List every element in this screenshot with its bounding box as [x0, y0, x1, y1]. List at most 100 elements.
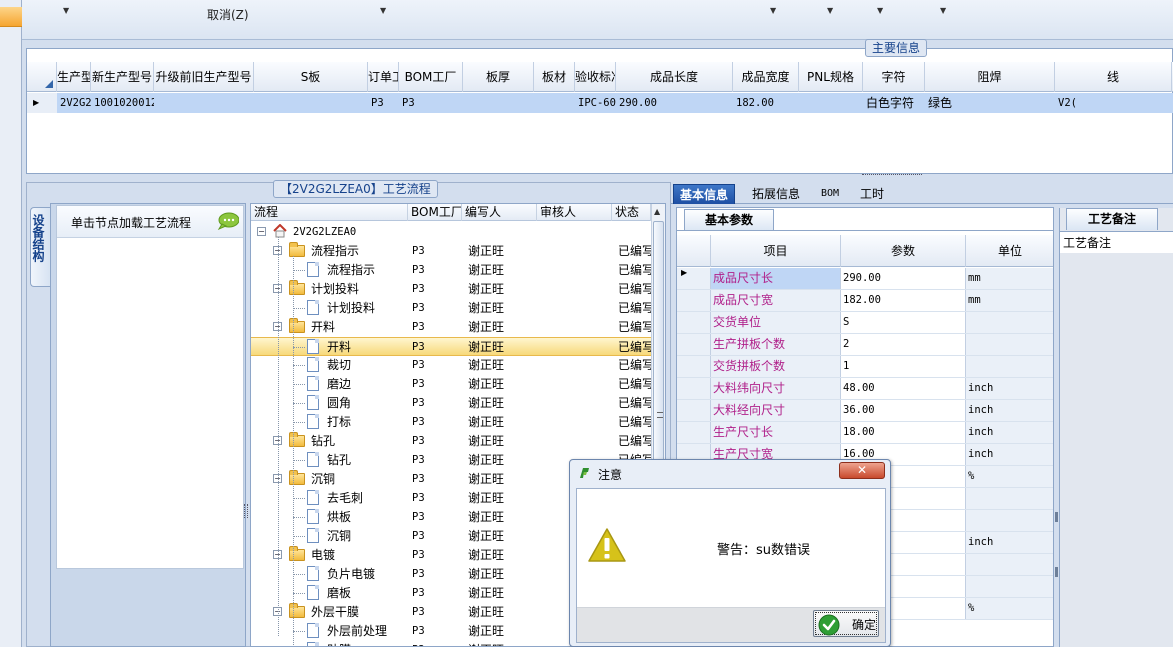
table-cell[interactable]: 10010200127878	[91, 93, 154, 113]
column-header[interactable]: 升级前旧生产型号	[154, 62, 254, 92]
tree-row[interactable]: − 钻孔 P3 谢正旺 已编写	[251, 432, 651, 451]
tree-row[interactable]: 磨边 P3 谢正旺 已编写	[251, 375, 651, 394]
table-cell[interactable]: V2(	[1055, 93, 1172, 113]
row-selector-icon[interactable]: ▶	[27, 93, 57, 113]
ok-button[interactable]: 确定	[813, 610, 879, 637]
tab-basic-info[interactable]: 基本信息	[673, 184, 736, 204]
tree-row[interactable]: 打标 P3 谢正旺 已编写	[251, 413, 651, 432]
table-cell[interactable]: 290.00	[616, 93, 733, 113]
column-header[interactable]: 生产型号	[57, 62, 91, 92]
table-cell[interactable]: 绿色	[925, 93, 1055, 113]
tab-basic-params[interactable]: 基本参数	[684, 209, 774, 231]
column-header[interactable]: 字符	[863, 62, 925, 92]
close-button[interactable]: ✕	[839, 462, 885, 479]
tree-cell-bom: P3	[412, 264, 425, 276]
row-indicator	[677, 378, 711, 399]
scroll-up-icon[interactable]: ▲	[654, 207, 660, 216]
table-cell[interactable]	[154, 93, 254, 113]
tree-column-header[interactable]: BOM工厂	[408, 204, 462, 221]
column-header[interactable]: BOM工厂	[399, 62, 463, 92]
dropdown-arrow-icon[interactable]: ▼	[877, 6, 883, 15]
tab-equipment-structure[interactable]: 设备结构	[30, 207, 50, 287]
tab-process-remark[interactable]: 工艺备注	[1066, 208, 1158, 230]
param-row[interactable]: 大料纬向尺寸 48.00 inch	[677, 378, 1053, 400]
column-header[interactable]: 订单工厂	[368, 62, 399, 92]
column-header[interactable]: 验收标准	[575, 62, 616, 92]
tree-row[interactable]: 流程指示 P3 谢正旺 已编写	[251, 261, 651, 280]
tree-column-header[interactable]: 流程	[251, 204, 408, 221]
tree-column-header[interactable]: 编写人	[462, 204, 537, 221]
param-row[interactable]: 成品尺寸宽 182.00 mm	[677, 290, 1053, 312]
column-header[interactable]: 板厚	[463, 62, 534, 92]
tree-row[interactable]: 开料 P3 谢正旺 已编写	[251, 337, 651, 356]
param-value[interactable]: 290.00	[841, 268, 966, 289]
column-header[interactable]: 板材	[534, 62, 575, 92]
table-cell[interactable]: 白色字符	[863, 93, 925, 113]
param-row[interactable]: 大料经向尺寸 36.00 inch	[677, 400, 1053, 422]
row-indicator	[677, 312, 711, 333]
table-cell[interactable]	[534, 93, 575, 113]
param-value[interactable]: 36.00	[841, 400, 966, 421]
collapse-icon[interactable]: −	[257, 227, 266, 236]
column-header[interactable]: 成品宽度	[733, 62, 799, 92]
param-value[interactable]: 48.00	[841, 378, 966, 399]
dropdown-arrow-icon[interactable]: ▼	[63, 6, 69, 15]
table-cell[interactable]	[254, 93, 368, 113]
detail-tabs: 基本信息 拓展信息 BOM 工时	[671, 182, 1173, 204]
document-icon	[307, 339, 319, 354]
tab-work-hours[interactable]: 工时	[854, 184, 890, 204]
table-cell[interactable]: 182.00	[733, 93, 799, 113]
column-header[interactable]: 阻焊	[925, 62, 1055, 92]
tree-row[interactable]: − 流程指示 P3 谢正旺 已编写	[251, 242, 651, 261]
param-row[interactable]: 生产拼板个数 2	[677, 334, 1053, 356]
column-header-item[interactable]: 项目	[711, 235, 841, 267]
param-row[interactable]: 交货单位 S	[677, 312, 1053, 334]
table-row[interactable]: ▶2V2G2LZEA010010200127878 P3P3 IPC-6012 II…	[27, 93, 1173, 113]
param-value[interactable]: 2	[841, 334, 966, 355]
param-row[interactable]: 交货拼板个数 1	[677, 356, 1053, 378]
ok-button-label: 确定	[852, 618, 877, 632]
column-header[interactable]: 线	[1055, 62, 1172, 92]
tree-row[interactable]: 圆角 P3 谢正旺 已编写	[251, 394, 651, 413]
cancel-button[interactable]: 取消(Z)	[207, 6, 249, 23]
dropdown-arrow-icon[interactable]: ▼	[380, 6, 386, 15]
param-value[interactable]: 1	[841, 356, 966, 377]
tree-column-header[interactable]: 审核人	[537, 204, 612, 221]
column-header-value[interactable]: 参数	[841, 235, 966, 267]
table-cell[interactable]	[799, 93, 863, 113]
table-cell[interactable]: P3	[399, 93, 463, 113]
tab-bom[interactable]: BOM	[815, 184, 845, 204]
column-header[interactable]: PNL规格	[799, 62, 863, 92]
table-cell[interactable]: 2V2G2LZEA0	[57, 93, 91, 113]
tree-column-header[interactable]: 状态	[612, 204, 651, 221]
param-unit: %	[966, 598, 1053, 619]
column-header[interactable]: 成品长度	[616, 62, 733, 92]
tree-row[interactable]: 计划投料 P3 谢正旺 已编写	[251, 299, 651, 318]
table-cell[interactable]	[463, 93, 534, 113]
column-header-unit[interactable]: 单位	[966, 235, 1053, 267]
horizontal-splitter[interactable]	[22, 174, 1173, 182]
dropdown-arrow-icon[interactable]: ▼	[827, 6, 833, 15]
chat-bubble-icon	[217, 212, 239, 230]
column-header[interactable]: 新生产型号	[91, 62, 154, 92]
right-splitter[interactable]	[1055, 207, 1058, 647]
splitter-grip[interactable]	[244, 504, 248, 518]
column-header[interactable]: S板	[254, 62, 368, 92]
dropdown-arrow-icon[interactable]: ▼	[770, 6, 776, 15]
param-row[interactable]: 生产尺寸长 18.00 inch	[677, 422, 1053, 444]
side-list[interactable]: 单击节点加载工艺流程	[56, 205, 244, 569]
nav-selected-item[interactable]	[0, 7, 22, 27]
param-item: 成品尺寸宽	[711, 290, 841, 311]
param-value[interactable]: S	[841, 312, 966, 333]
param-value[interactable]: 182.00	[841, 290, 966, 311]
param-row[interactable]: ▶ 成品尺寸长 290.00 mm	[677, 268, 1053, 290]
tree-row[interactable]: − 计划投料 P3 谢正旺 已编写	[251, 280, 651, 299]
tree-row[interactable]: 裁切 P3 谢正旺 已编写	[251, 356, 651, 375]
tab-extended-info[interactable]: 拓展信息	[746, 184, 806, 204]
param-value[interactable]: 18.00	[841, 422, 966, 443]
table-cell[interactable]: P3	[368, 93, 399, 113]
dropdown-arrow-icon[interactable]: ▼	[940, 6, 946, 15]
table-cell[interactable]: IPC-6012 II级	[575, 93, 616, 113]
tree-row[interactable]: − 开料 P3 谢正旺 已编写	[251, 318, 651, 337]
tree-root-row[interactable]: − 2V2G2LZEA0	[251, 223, 651, 242]
